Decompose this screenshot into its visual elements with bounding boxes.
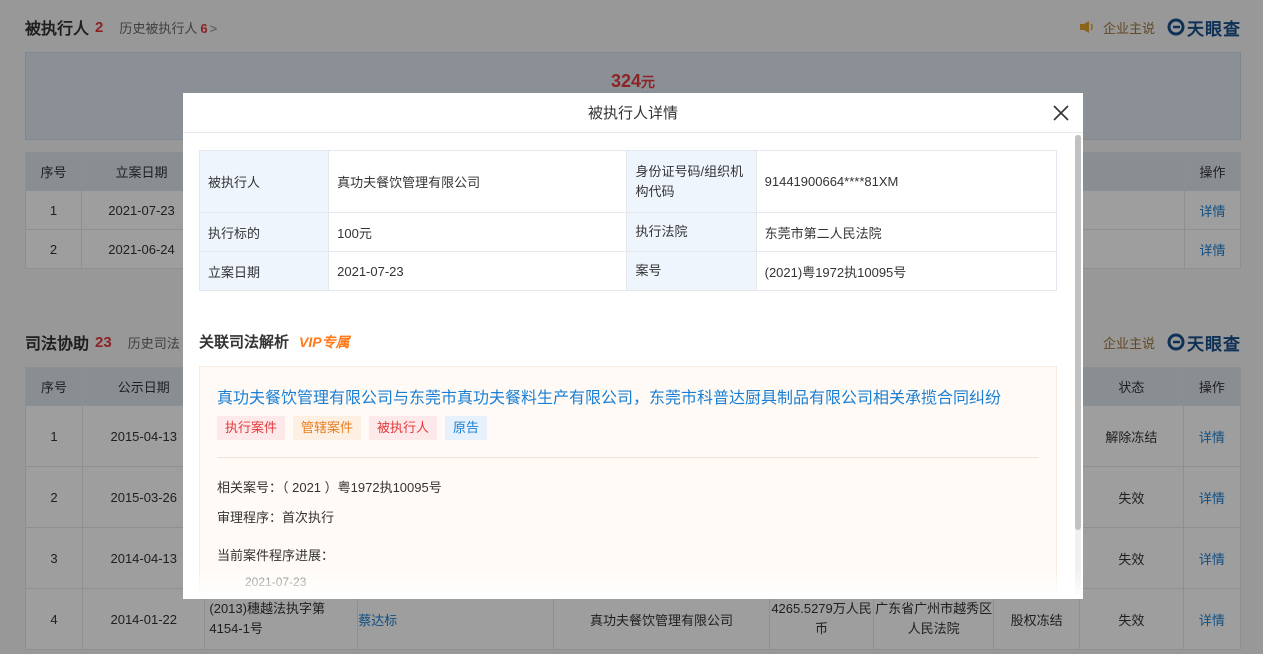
detail-key: 被执行人	[198, 150, 330, 213]
detail-value: (2021)粤1972执10095号	[755, 251, 1058, 291]
detail-key: 立案日期	[198, 251, 330, 291]
related-case-card: 真功夫餐饮管理有限公司与东莞市真功夫餐料生产有限公司，东莞市科普达厨具制品有限公…	[199, 366, 1057, 599]
related-analysis-title: 关联司法解析	[199, 334, 290, 351]
trial-procedure: 审理程序：首次执行	[217, 510, 335, 525]
tag-executed-person: 被执行人	[369, 416, 438, 440]
modal-scrollbar[interactable]	[1075, 135, 1081, 595]
detail-value: 真功夫餐饮管理有限公司	[328, 150, 628, 213]
detail-key: 身份证号码/组织机构代码	[626, 150, 757, 213]
progress-label: 当前案件程序进展：	[217, 548, 335, 563]
related-case-no: 相关案号：（ 2021 ）粤1972执10095号	[217, 480, 442, 495]
detail-key: 执行标的	[198, 212, 330, 252]
tag-execution-case: 执行案件	[217, 416, 286, 440]
tag-plaintiff: 原告	[445, 416, 488, 440]
detail-value: 东莞市第二人民法院	[755, 212, 1058, 252]
tag-jurisdiction-case: 管辖案件	[293, 416, 362, 440]
detail-key: 案号	[626, 251, 757, 291]
case-tags: 执行案件 管辖案件 被执行人 原告	[217, 416, 495, 440]
related-analysis-header: 关联司法解析 VIP专属	[199, 331, 350, 352]
detail-value: 2021-07-23	[328, 251, 628, 291]
modal-header: 被执行人详情	[183, 93, 1083, 133]
detail-key: 执行法院	[626, 212, 757, 252]
bottom-fade	[183, 569, 1083, 599]
detail-value: 100元	[328, 212, 628, 252]
detail-table: 被执行人 真功夫餐饮管理有限公司 身份证号码/组织机构代码 9144190066…	[198, 150, 1058, 291]
scrollbar-thumb[interactable]	[1075, 135, 1081, 530]
divider	[217, 457, 1039, 458]
detail-row: 执行标的 100元 执行法院 东莞市第二人民法院	[198, 212, 1058, 252]
executed-person-detail-modal: 被执行人详情 被执行人 真功夫餐饮管理有限公司 身份证号码/组织机构代码 914…	[183, 93, 1083, 599]
close-icon[interactable]	[1051, 103, 1071, 123]
detail-row: 立案日期 2021-07-23 案号 (2021)粤1972执10095号	[198, 251, 1058, 291]
detail-value: 91441900664****81XM	[755, 150, 1058, 213]
vip-badge: VIP专属	[299, 333, 350, 350]
detail-row: 被执行人 真功夫餐饮管理有限公司 身份证号码/组织机构代码 9144190066…	[198, 150, 1058, 213]
modal-title: 被执行人详情	[587, 105, 678, 122]
case-title-link[interactable]: 真功夫餐饮管理有限公司与东莞市真功夫餐料生产有限公司，东莞市科普达厨具制品有限公…	[217, 384, 1001, 408]
